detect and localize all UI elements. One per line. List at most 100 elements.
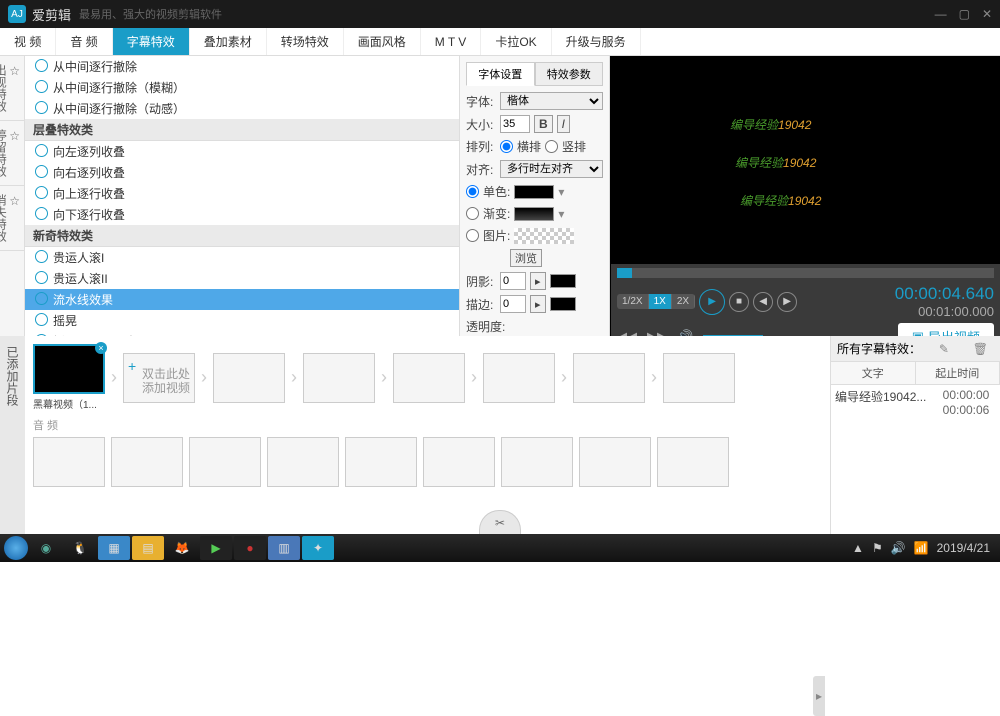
clip-slot[interactable] xyxy=(213,353,285,403)
prev-frame-button[interactable]: ◀ xyxy=(753,292,773,312)
tray-date[interactable]: 2019/4/21 xyxy=(937,541,990,555)
sidetab-disappear[interactable]: ☆消失特效 xyxy=(0,186,24,251)
panel-collapse-handle[interactable]: ▸ xyxy=(813,676,825,716)
audio-slot[interactable] xyxy=(345,437,417,487)
speed-1x[interactable]: 1X xyxy=(649,294,672,309)
tab-video[interactable]: 视 频 xyxy=(0,28,56,55)
next-frame-button[interactable]: ▶ xyxy=(777,292,797,312)
clip-slot[interactable] xyxy=(303,353,375,403)
tab-audio[interactable]: 音 频 xyxy=(56,28,112,55)
clip-slot[interactable] xyxy=(393,353,465,403)
taskbar-firefox-icon[interactable]: 🦊 xyxy=(166,536,198,560)
gradient-swatch[interactable] xyxy=(514,207,554,221)
clip-remove-icon[interactable]: × xyxy=(95,342,107,354)
effect-item[interactable]: 从中间逐行撤除 xyxy=(25,56,459,77)
app-logo: AJ xyxy=(8,5,26,23)
col-time: 起止时间 xyxy=(916,362,1000,384)
tray-up-icon[interactable]: ▲ xyxy=(852,541,864,555)
color-swatch[interactable] xyxy=(514,185,554,199)
tray-flag-icon[interactable]: ⚑ xyxy=(872,541,883,555)
effect-item-selected[interactable]: 流水线效果 xyxy=(25,289,459,310)
effect-item[interactable]: 从中间逐行撤除（模糊） xyxy=(25,77,459,98)
bold-button[interactable]: B xyxy=(534,115,553,133)
shadow-input[interactable] xyxy=(500,272,526,290)
tab-upgrade[interactable]: 升级与服务 xyxy=(552,28,641,55)
arrange-v-radio[interactable] xyxy=(545,140,558,153)
stroke-label: 描边: xyxy=(466,296,496,313)
maximize-button[interactable]: ▢ xyxy=(959,7,970,21)
start-button[interactable] xyxy=(4,536,28,560)
tab-style[interactable]: 画面风格 xyxy=(344,28,421,55)
edit-icon[interactable]: ✎ xyxy=(939,342,949,356)
clip-slot[interactable] xyxy=(483,353,555,403)
arrange-h-radio[interactable] xyxy=(500,140,513,153)
audio-slot[interactable] xyxy=(111,437,183,487)
tray-volume-icon[interactable]: 🔊 xyxy=(891,541,906,555)
effect-group: 新奇特效类 xyxy=(25,225,459,247)
effect-item[interactable]: 摇晃 xyxy=(25,310,459,331)
effect-list[interactable]: 从中间逐行撤除 从中间逐行撤除（模糊） 从中间逐行撤除（动感） 层叠特效类 向左… xyxy=(25,56,460,336)
time-total: 00:01:00.000 xyxy=(895,304,994,319)
stroke-step[interactable]: ▸ xyxy=(530,295,546,313)
subtab-font[interactable]: 字体设置 xyxy=(466,62,535,86)
audio-slot[interactable] xyxy=(423,437,495,487)
play-button[interactable]: ▶ xyxy=(699,289,725,315)
shadow-step[interactable]: ▸ xyxy=(530,272,546,290)
audio-slot[interactable] xyxy=(501,437,573,487)
sidetab-appear[interactable]: ☆出现特效 xyxy=(0,56,24,121)
effect-item[interactable]: 贵运人滚I xyxy=(25,247,459,268)
audio-slot[interactable] xyxy=(267,437,339,487)
solid-radio[interactable] xyxy=(466,185,479,198)
clip-slot[interactable] xyxy=(663,353,735,403)
font-select[interactable]: 楷体 xyxy=(500,92,603,110)
clip-thumbnail[interactable]: × xyxy=(33,344,105,394)
effect-item[interactable]: 贵运人滚II xyxy=(25,268,459,289)
audio-slot[interactable] xyxy=(657,437,729,487)
sidetab-stay[interactable]: ☆停留特效 xyxy=(0,121,24,186)
tab-mtv[interactable]: M T V xyxy=(421,28,482,55)
tab-subtitle-effects[interactable]: 字幕特效 xyxy=(113,28,190,55)
effect-item[interactable]: 向上逐行收叠 xyxy=(25,183,459,204)
stop-button[interactable]: ■ xyxy=(729,292,749,312)
tab-transition[interactable]: 转场特效 xyxy=(267,28,344,55)
taskbar-chrome-icon[interactable]: ◉ xyxy=(30,536,62,560)
cut-button[interactable]: ✂ xyxy=(479,510,521,534)
stroke-input[interactable] xyxy=(500,295,526,313)
taskbar-record-icon[interactable]: ● xyxy=(234,536,266,560)
tab-karaoke[interactable]: 卡拉OK xyxy=(481,28,551,55)
audio-slot[interactable] xyxy=(579,437,651,487)
italic-button[interactable]: I xyxy=(557,115,570,133)
shadow-color[interactable] xyxy=(550,274,576,288)
taskbar-explorer-icon[interactable]: ▦ xyxy=(98,536,130,560)
taskbar-notes-icon[interactable]: ▥ xyxy=(268,536,300,560)
seek-bar[interactable] xyxy=(617,268,994,278)
size-input[interactable] xyxy=(500,115,530,133)
close-button[interactable]: ✕ xyxy=(982,7,992,21)
subtab-params[interactable]: 特效参数 xyxy=(535,62,604,86)
audio-slot[interactable] xyxy=(33,437,105,487)
align-select[interactable]: 多行时左对齐 xyxy=(500,160,603,178)
tab-overlay[interactable]: 叠加素材 xyxy=(190,28,267,55)
effect-row[interactable]: 编导经验19042... 00:00:0000:00:06 xyxy=(831,385,1000,421)
effect-item[interactable]: 向下逐行收叠 xyxy=(25,204,459,225)
effect-item[interactable]: 从中间逐行撤除（动感） xyxy=(25,98,459,119)
delete-icon[interactable]: 🗑 xyxy=(973,342,988,356)
taskbar-app-icon[interactable]: ▤ xyxy=(132,536,164,560)
pic-radio[interactable] xyxy=(466,229,479,242)
minimize-button[interactable]: — xyxy=(935,7,947,21)
browse-button[interactable]: 浏览 xyxy=(510,249,542,267)
taskbar-player-icon[interactable]: ▶ xyxy=(200,536,232,560)
add-clip-slot[interactable]: +双击此处添加视频 xyxy=(123,353,195,403)
taskbar-current-app-icon[interactable]: ✦ xyxy=(302,536,334,560)
stroke-color[interactable] xyxy=(550,297,576,311)
clip-slot[interactable] xyxy=(573,353,645,403)
effect-item[interactable]: 向左逐列收叠 xyxy=(25,141,459,162)
speed-half[interactable]: 1/2X xyxy=(617,294,649,309)
taskbar-qq-icon[interactable]: 🐧 xyxy=(64,536,96,560)
tray-network-icon[interactable]: 📶 xyxy=(914,541,929,555)
audio-slot[interactable] xyxy=(189,437,261,487)
gradient-radio[interactable] xyxy=(466,207,479,220)
speed-2x[interactable]: 2X xyxy=(672,294,695,309)
font-label: 字体: xyxy=(466,93,496,110)
effect-item[interactable]: 向右逐列收叠 xyxy=(25,162,459,183)
